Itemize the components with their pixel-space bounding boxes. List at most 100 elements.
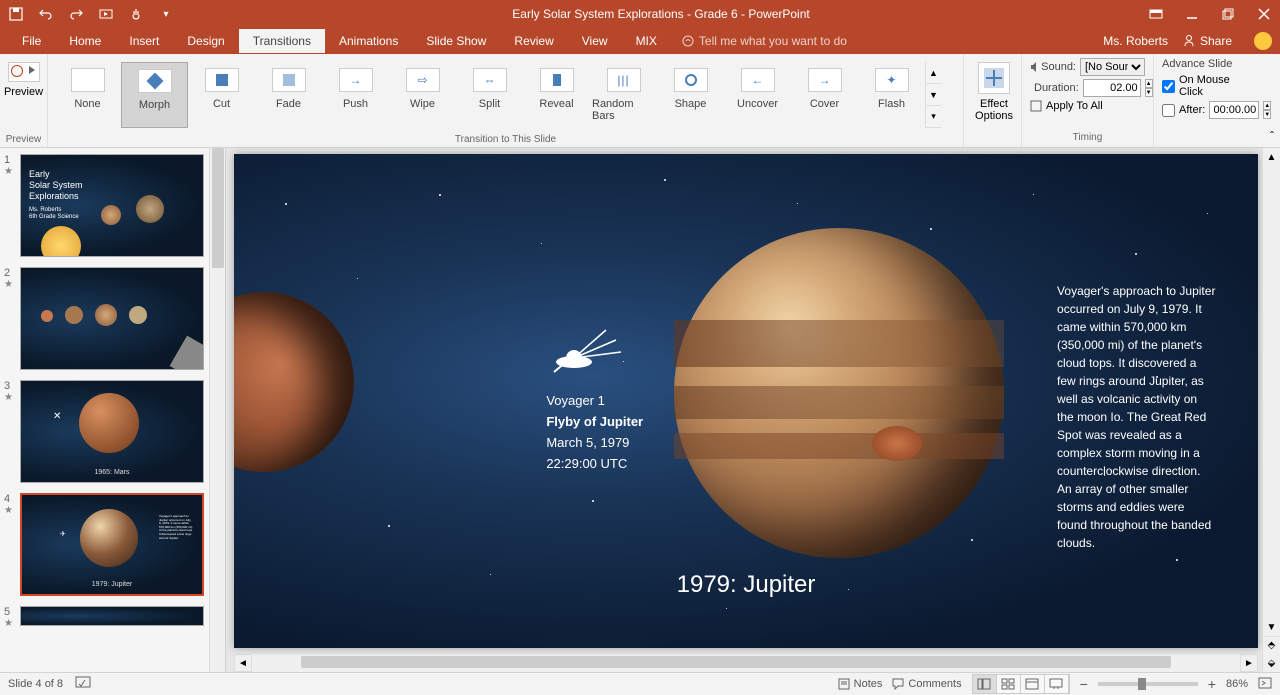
user-name[interactable]: Ms. Roberts	[1103, 34, 1168, 48]
ribbon-display-icon[interactable]	[1148, 6, 1164, 22]
vertical-scrollbar[interactable]: ▲ ▼ ⬘ ⬙	[1262, 148, 1280, 672]
menu-transitions[interactable]: Transitions	[239, 29, 325, 53]
next-slide-icon[interactable]: ⬙	[1263, 655, 1280, 673]
duration-down[interactable]: ▼	[1145, 88, 1153, 97]
status-bar: Slide 4 of 8 Notes Comments − + 86%	[0, 672, 1280, 695]
menu-slideshow[interactable]: Slide Show	[412, 29, 500, 53]
slide-title: 1979: Jupiter	[677, 571, 816, 599]
menu-animations[interactable]: Animations	[325, 29, 412, 53]
duration-up[interactable]: ▲	[1145, 79, 1153, 88]
transition-random-bars[interactable]: ||| Random Bars	[590, 62, 657, 128]
thumbnail-3[interactable]: 3★ ✕ 1965: Mars	[4, 380, 221, 483]
menu-insert[interactable]: Insert	[115, 29, 173, 53]
thumbnail-1[interactable]: 1★ Early Solar System Explorations Ms. R…	[4, 154, 221, 257]
transition-fade[interactable]: Fade	[255, 62, 322, 128]
minimize-icon[interactable]	[1184, 6, 1200, 22]
thumbnail-4[interactable]: 4★ ✈ Voyager's approach to Jupiter occur…	[4, 493, 221, 596]
thumb-5-preview	[20, 606, 204, 626]
normal-view-icon[interactable]	[973, 675, 997, 693]
transition-flash[interactable]: ✦ Flash	[858, 62, 925, 128]
transition-cover[interactable]: → Cover	[791, 62, 858, 128]
gallery-up-icon[interactable]: ▲	[926, 62, 941, 84]
vscroll-down-icon[interactable]: ▼	[1263, 618, 1280, 636]
transition-split[interactable]: ⇔ Split	[456, 62, 523, 128]
transition-morph[interactable]: Morph	[121, 62, 188, 128]
thumbnail-scroll-handle[interactable]	[212, 148, 224, 268]
sorter-view-icon[interactable]	[997, 675, 1021, 693]
sound-select[interactable]: [No Sound]	[1080, 58, 1145, 76]
autosave-icon[interactable]	[8, 6, 24, 22]
thumb-2-preview	[20, 267, 204, 370]
touch-mode-icon[interactable]	[128, 6, 144, 22]
transition-reveal[interactable]: Reveal	[523, 62, 590, 128]
spell-check-icon[interactable]	[75, 676, 91, 693]
qat-customize-icon[interactable]: ▾	[158, 6, 174, 22]
transition-cut[interactable]: Cut	[188, 62, 255, 128]
collapse-ribbon-icon[interactable]: ˆ	[1264, 54, 1280, 147]
menu-design[interactable]: Design	[173, 29, 238, 53]
animation-star-icon: ★	[4, 279, 16, 290]
transition-shape[interactable]: Shape	[657, 62, 724, 128]
thumbnail-scrollbar[interactable]	[209, 148, 225, 672]
apply-to-all-button[interactable]: Apply To All	[1030, 100, 1145, 112]
slide-counter[interactable]: Slide 4 of 8	[8, 678, 63, 690]
hscroll-left-icon[interactable]: ◄	[234, 654, 252, 672]
undo-icon[interactable]	[38, 6, 54, 22]
after-input[interactable]	[1209, 101, 1259, 119]
prev-slide-icon[interactable]: ⬘	[1263, 637, 1280, 655]
duration-input[interactable]	[1083, 79, 1141, 97]
maximize-icon[interactable]	[1220, 6, 1236, 22]
sound-label: Sound:	[1041, 61, 1076, 73]
zoom-in-icon[interactable]: +	[1208, 676, 1216, 692]
notes-button[interactable]: Notes	[838, 678, 883, 690]
transition-push[interactable]: → Push	[322, 62, 389, 128]
thumbnail-5[interactable]: 5★	[4, 606, 221, 629]
comments-button[interactable]: Comments	[892, 678, 961, 690]
mouse-click-label: On Mouse Click	[1179, 74, 1256, 98]
group-transitions-label: Transition to This Slide	[52, 132, 959, 145]
menu-view[interactable]: View	[568, 29, 622, 53]
hscroll-right-icon[interactable]: ►	[1240, 654, 1258, 672]
mouse-click-checkbox[interactable]	[1162, 80, 1175, 93]
menu-review[interactable]: Review	[500, 29, 567, 53]
menu-home[interactable]: Home	[55, 29, 115, 53]
reading-view-icon[interactable]	[1021, 675, 1045, 693]
comments-label: Comments	[908, 678, 961, 690]
horizontal-scrollbar[interactable]: ◄ ►	[234, 654, 1258, 672]
menu-mix[interactable]: MIX	[622, 29, 671, 53]
redo-icon[interactable]	[68, 6, 84, 22]
zoom-out-icon[interactable]: −	[1080, 676, 1088, 692]
zoom-level[interactable]: 86%	[1226, 678, 1248, 690]
thumb-4-preview: ✈ Voyager's approach to Jupiter occurred…	[20, 493, 204, 596]
after-checkbox[interactable]	[1162, 104, 1175, 117]
close-icon[interactable]	[1256, 6, 1272, 22]
apply-all-label: Apply To All	[1046, 100, 1103, 112]
share-button[interactable]: Share	[1182, 34, 1232, 48]
menu-file[interactable]: File	[8, 29, 55, 53]
slide-canvas[interactable]: Voyager 1 Flyby of Jupiter March 5, 1979…	[234, 154, 1258, 648]
hscroll-handle[interactable]	[301, 656, 1170, 668]
window-title: Early Solar System Explorations - Grade …	[174, 7, 1148, 21]
transition-wipe[interactable]: ⇨ Wipe	[389, 62, 456, 128]
slideshow-view-icon[interactable]	[1045, 675, 1069, 693]
duration-label: Duration:	[1034, 82, 1079, 94]
transitions-gallery: None Morph Cut Fade → Push ⇨ Wipe	[52, 58, 959, 132]
thumbnail-2[interactable]: 2★	[4, 267, 221, 370]
tell-me-search[interactable]: Tell me what you want to do	[681, 34, 847, 48]
feedback-icon[interactable]	[1254, 32, 1272, 50]
preview-button[interactable]: Preview	[4, 58, 43, 102]
gallery-down-icon[interactable]: ▼	[926, 84, 941, 106]
transition-none[interactable]: None	[54, 62, 121, 128]
transition-uncover[interactable]: ← Uncover	[724, 62, 791, 128]
start-from-beginning-icon[interactable]	[98, 6, 114, 22]
effect-options-button[interactable]: Effect Options	[968, 58, 1020, 126]
vscroll-up-icon[interactable]: ▲	[1263, 148, 1280, 166]
thumb-1-sub: Ms. Roberts 6th Grade Science	[29, 207, 79, 221]
ribbon: Preview Preview None Morph Cut Fade →	[0, 54, 1280, 148]
gallery-more-icon[interactable]: ▾	[926, 106, 941, 128]
zoom-handle[interactable]	[1138, 678, 1146, 690]
fit-to-window-icon[interactable]	[1258, 677, 1272, 692]
thumbnail-panel[interactable]: 1★ Early Solar System Explorations Ms. R…	[0, 148, 226, 672]
zoom-slider[interactable]	[1098, 682, 1198, 686]
share-label: Share	[1200, 34, 1232, 48]
